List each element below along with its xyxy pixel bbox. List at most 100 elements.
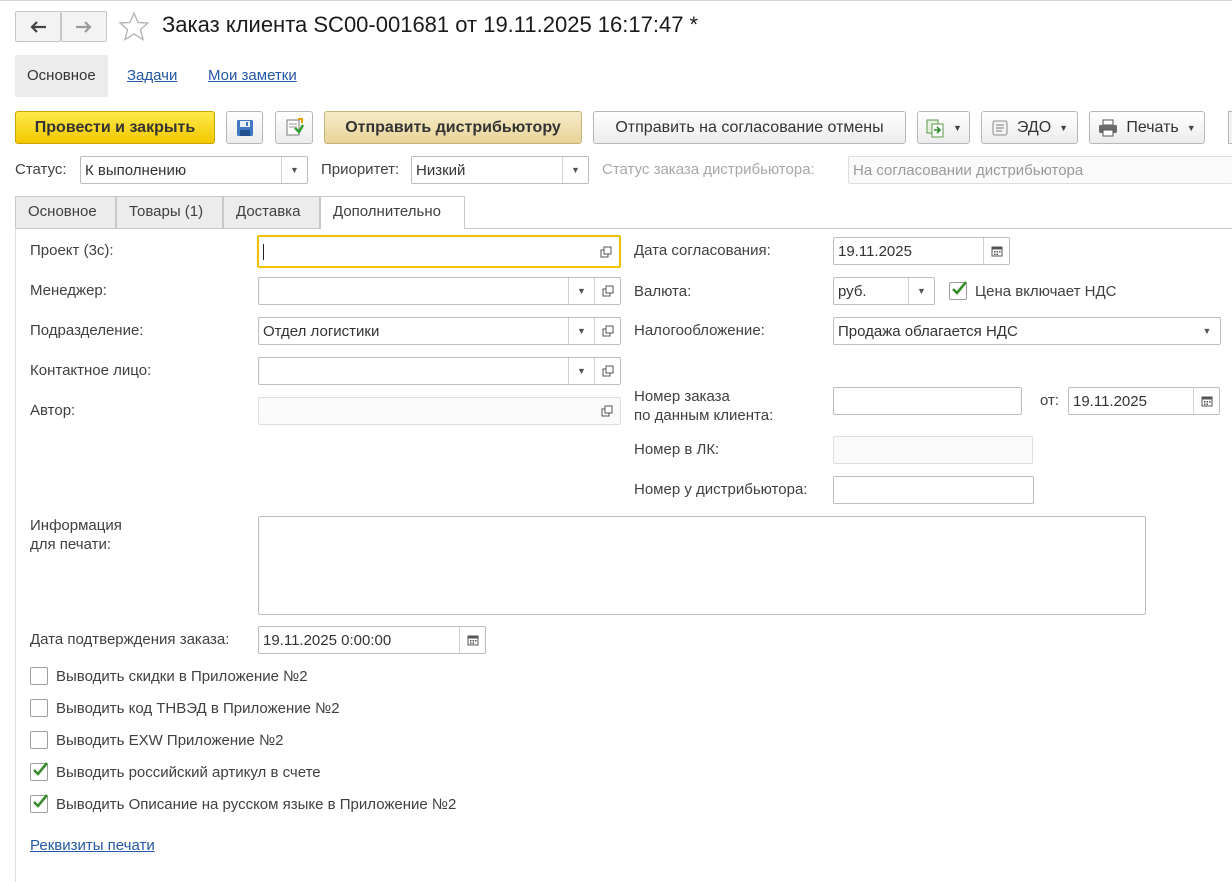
- distributor-status-value: На согласовании дистрибьютора: [853, 161, 1084, 179]
- price-includes-vat-label: Цена включает НДС: [975, 283, 1117, 300]
- from-label: от:: [1040, 392, 1060, 409]
- priority-select[interactable]: Низкий ▼: [411, 156, 589, 184]
- print-info-textarea[interactable]: [258, 516, 1146, 615]
- currency-select[interactable]: руб. ▼: [833, 277, 935, 305]
- tab-main[interactable]: Основное: [15, 196, 116, 228]
- show-tnved-checkbox[interactable]: [30, 699, 48, 717]
- chevron-down-icon[interactable]: ▼: [568, 358, 594, 384]
- taxation-value: Продажа облагается НДС: [838, 322, 1018, 340]
- section-tasks[interactable]: Задачи: [115, 55, 189, 97]
- open-icon[interactable]: [594, 358, 620, 384]
- checkmark-icon: [33, 794, 49, 808]
- currency-value: руб.: [838, 282, 867, 300]
- post-button[interactable]: [275, 111, 313, 144]
- priority-value: Низкий: [416, 161, 466, 179]
- print-menu-button[interactable]: Печать ▼: [1089, 111, 1205, 144]
- forward-button[interactable]: [61, 11, 107, 42]
- lk-number-field: [833, 436, 1033, 464]
- distributor-number-label: Номер у дистрибьютора:: [634, 481, 808, 498]
- open-icon[interactable]: [594, 318, 620, 344]
- section-main[interactable]: Основное: [15, 55, 108, 97]
- back-button[interactable]: [15, 11, 61, 42]
- edo-menu-button[interactable]: ЭДО ▼: [981, 111, 1078, 144]
- chevron-down-icon[interactable]: ▼: [1194, 318, 1220, 344]
- calendar-icon[interactable]: [983, 238, 1009, 264]
- calendar-icon[interactable]: [1193, 388, 1219, 414]
- distributor-status-field: На согласовании дистрибьютора: [848, 156, 1232, 184]
- show-russian-article-checkbox[interactable]: [30, 762, 49, 781]
- show-russian-description-checkbox[interactable]: [30, 794, 49, 813]
- floppy-disk-icon: [236, 119, 253, 136]
- department-label: Подразделение:: [30, 322, 144, 339]
- print-info-label: Информация для печати:: [30, 516, 122, 554]
- project-label: Проект (3с):: [30, 242, 114, 259]
- checkmark-icon: [952, 281, 968, 295]
- send-cancel-approval-button[interactable]: Отправить на согласование отмены: [593, 111, 906, 144]
- client-order-number-field[interactable]: [833, 387, 1022, 415]
- tab-additional[interactable]: Дополнительно: [320, 196, 465, 229]
- show-russian-article-label: Выводить российский артикул в счете: [56, 764, 321, 781]
- print-info-label-line2: для печати:: [30, 536, 112, 553]
- contact-person-label: Контактное лицо:: [30, 362, 152, 379]
- favorite-star-button[interactable]: [118, 11, 150, 45]
- author-field: [258, 397, 621, 425]
- open-icon[interactable]: [593, 237, 619, 266]
- edo-label: ЭДО: [1016, 118, 1052, 136]
- client-order-date-value: 19.11.2025: [1073, 392, 1147, 410]
- edo-icon: [992, 120, 1008, 135]
- status-value: К выполнению: [85, 161, 187, 179]
- post-and-close-button[interactable]: Провести и закрыть: [15, 111, 215, 144]
- chevron-down-icon: ▼: [1186, 122, 1196, 133]
- status-select[interactable]: К выполнению ▼: [80, 156, 308, 184]
- show-tnved-label: Выводить код ТНВЭД в Приложение №2: [56, 700, 340, 717]
- department-field[interactable]: Отдел логистики ▼: [258, 317, 621, 345]
- create-based-on-button[interactable]: ▼: [917, 111, 970, 144]
- chevron-down-icon: ▼: [1059, 122, 1069, 133]
- manager-field[interactable]: ▼: [258, 277, 621, 305]
- approval-date-field[interactable]: 19.11.2025: [833, 237, 1010, 265]
- price-includes-vat-checkbox[interactable]: [949, 281, 968, 300]
- show-exw-checkbox[interactable]: [30, 731, 48, 749]
- distributor-number-field[interactable]: [833, 476, 1034, 504]
- confirm-date-field[interactable]: 19.11.2025 0:00:00: [258, 626, 486, 654]
- send-to-distributor-button[interactable]: Отправить дистрибьютору: [324, 111, 582, 144]
- open-icon[interactable]: [594, 398, 620, 424]
- show-discounts-label: Выводить скидки в Приложение №2: [56, 668, 308, 685]
- contact-person-field[interactable]: ▼: [258, 357, 621, 385]
- section-notes[interactable]: Мои заметки: [196, 55, 309, 97]
- taxation-select[interactable]: Продажа облагается НДС ▼: [833, 317, 1221, 345]
- show-discounts-checkbox[interactable]: [30, 667, 48, 685]
- project-field[interactable]: [257, 235, 621, 268]
- tab-goods[interactable]: Товары (1): [116, 196, 223, 228]
- open-icon[interactable]: [594, 278, 620, 304]
- printer-icon: [1099, 119, 1118, 136]
- post-document-icon: [286, 117, 304, 135]
- arrow-left-icon: [30, 20, 46, 33]
- chevron-down-icon[interactable]: ▼: [281, 157, 307, 183]
- client-order-number-label-line1: Номер заказа: [634, 388, 730, 405]
- chevron-down-icon[interactable]: ▼: [562, 157, 588, 183]
- status-label: Статус:: [15, 161, 67, 178]
- more-actions-button-edge[interactable]: [1228, 111, 1232, 144]
- chevron-down-icon: ▼: [953, 122, 962, 133]
- star-icon: [118, 11, 150, 41]
- taxation-label: Налогообложение:: [634, 322, 765, 339]
- client-order-date-field[interactable]: 19.11.2025: [1068, 387, 1220, 415]
- chevron-down-icon[interactable]: ▼: [908, 278, 934, 304]
- chevron-down-icon[interactable]: ▼: [568, 278, 594, 304]
- arrow-right-icon: [76, 20, 92, 33]
- show-exw-label: Выводить EXW Приложение №2: [56, 732, 284, 749]
- distributor-status-label: Статус заказа дистрибьютора:: [602, 161, 815, 178]
- save-button[interactable]: [226, 111, 263, 144]
- create-based-on-icon: [926, 119, 944, 137]
- chevron-down-icon[interactable]: ▼: [568, 318, 594, 344]
- author-label: Автор:: [30, 402, 76, 419]
- confirm-date-label: Дата подтверждения заказа:: [30, 631, 230, 648]
- tab-delivery[interactable]: Доставка: [223, 196, 320, 228]
- print-requisites-link[interactable]: Реквизиты печати: [30, 837, 155, 854]
- tab-panel-border: [15, 228, 16, 882]
- department-value: Отдел логистики: [263, 322, 380, 340]
- show-russian-description-label: Выводить Описание на русском языке в При…: [56, 796, 457, 813]
- calendar-icon[interactable]: [459, 627, 485, 653]
- print-label: Печать: [1126, 118, 1179, 136]
